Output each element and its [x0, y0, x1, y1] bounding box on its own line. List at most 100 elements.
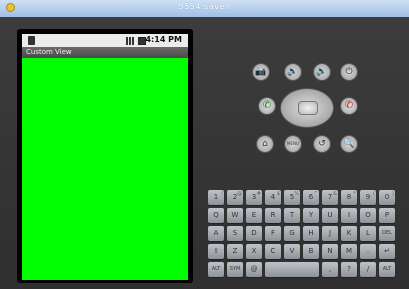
- key-label: W: [231, 211, 239, 219]
- key[interactable]: Q: [208, 208, 224, 223]
- key-label: Q: [213, 211, 219, 219]
- app-title: Custom View: [26, 48, 72, 56]
- key[interactable]: 3 #: [246, 190, 262, 205]
- custom-view-canvas[interactable]: [22, 58, 188, 280]
- key-label: T: [289, 211, 295, 219]
- volume-down-button[interactable]: 🔉: [284, 63, 302, 81]
- end-call-button[interactable]: ✆: [340, 97, 358, 115]
- key[interactable]: DEL: [379, 226, 395, 241]
- key[interactable]: ,: [322, 262, 338, 277]
- key[interactable]: ALT: [208, 262, 224, 277]
- sim-card-icon: [28, 36, 35, 45]
- key[interactable]: 2 @: [227, 190, 243, 205]
- key[interactable]: G: [284, 226, 300, 241]
- call-button[interactable]: ✆: [258, 97, 276, 115]
- key[interactable]: K: [341, 226, 357, 241]
- key-alt-label: #: [256, 191, 261, 197]
- key[interactable]: C: [265, 244, 281, 259]
- key[interactable]: 0): [379, 190, 395, 205]
- key[interactable]: T: [284, 208, 300, 223]
- key[interactable]: ALT: [379, 262, 395, 277]
- key-label: K: [346, 229, 352, 237]
- space-key[interactable]: [265, 262, 319, 277]
- key-label: /: [366, 265, 370, 273]
- key[interactable]: 7 &: [322, 190, 338, 205]
- key[interactable]: O: [360, 208, 376, 223]
- key-label: L: [366, 229, 370, 237]
- key[interactable]: 6 ^: [303, 190, 319, 205]
- key[interactable]: ⇧: [208, 244, 224, 259]
- key[interactable]: /: [360, 262, 376, 277]
- key-label: A: [213, 229, 219, 237]
- key-label: D: [251, 229, 257, 237]
- key-label: ALT: [382, 266, 392, 272]
- key-label: B: [308, 247, 314, 255]
- key-alt-label: @: [237, 191, 242, 197]
- key[interactable]: Z: [227, 244, 243, 259]
- key-label: @: [250, 265, 258, 273]
- key[interactable]: 5%: [284, 190, 300, 205]
- key[interactable]: V: [284, 244, 300, 259]
- key[interactable]: ?: [341, 262, 357, 277]
- key-label: ,: [328, 265, 332, 273]
- volume-up-button[interactable]: 🔊: [313, 63, 331, 81]
- volume-up-icon: 🔊: [316, 67, 328, 77]
- key[interactable]: 4 $: [265, 190, 281, 205]
- dpad-center-button[interactable]: [298, 101, 318, 115]
- key[interactable]: @: [246, 262, 262, 277]
- key-alt-label: $: [276, 191, 280, 197]
- volume-down-icon: 🔉: [287, 67, 299, 77]
- window-titlebar: 5554:saven: [0, 0, 409, 18]
- home-button[interactable]: ⌂: [256, 135, 274, 153]
- key[interactable]: M: [341, 244, 357, 259]
- search-icon: 🔍: [343, 139, 355, 149]
- key[interactable]: F: [265, 226, 281, 241]
- key-label: .: [366, 247, 370, 255]
- key[interactable]: A: [208, 226, 224, 241]
- key[interactable]: SYM: [227, 262, 243, 277]
- key-label: 7: [327, 193, 333, 201]
- key[interactable]: ↵: [379, 244, 395, 259]
- back-button[interactable]: ↺: [313, 135, 331, 153]
- key-label: ⇧: [213, 247, 219, 255]
- phone-call-icon: ✆: [262, 100, 272, 111]
- key[interactable]: Y: [303, 208, 319, 223]
- key-label: R: [270, 211, 276, 219]
- search-button[interactable]: 🔍: [340, 135, 358, 153]
- key-label: N: [327, 247, 333, 255]
- key[interactable]: U: [322, 208, 338, 223]
- key[interactable]: .: [360, 244, 376, 259]
- camera-button[interactable]: 📷: [252, 63, 270, 81]
- key[interactable]: R: [265, 208, 281, 223]
- key[interactable]: B: [303, 244, 319, 259]
- app-title-bar: Custom View: [22, 47, 188, 58]
- menu-button[interactable]: MENU: [284, 135, 302, 153]
- key[interactable]: 9(: [360, 190, 376, 205]
- key[interactable]: 1!: [208, 190, 224, 205]
- key[interactable]: I: [341, 208, 357, 223]
- key-label: H: [308, 229, 314, 237]
- key-label: 3: [251, 193, 257, 201]
- key-label: P: [384, 211, 390, 219]
- key[interactable]: L: [360, 226, 376, 241]
- key[interactable]: S: [227, 226, 243, 241]
- key-label: Y: [308, 211, 314, 219]
- power-icon: ⏻: [345, 67, 353, 77]
- key-label: 6: [308, 193, 314, 201]
- menu-label: MENU: [287, 141, 299, 146]
- key[interactable]: P: [379, 208, 395, 223]
- key-alt-label: &: [333, 191, 337, 197]
- key[interactable]: E: [246, 208, 262, 223]
- key[interactable]: H: [303, 226, 319, 241]
- key[interactable]: W: [227, 208, 243, 223]
- key[interactable]: 8 *: [341, 190, 357, 205]
- key[interactable]: D: [246, 226, 262, 241]
- key-label: M: [345, 247, 353, 255]
- camera-icon: 📷: [255, 67, 267, 77]
- key[interactable]: J: [322, 226, 338, 241]
- status-time: 4:14 PM: [145, 35, 182, 44]
- key[interactable]: X: [246, 244, 262, 259]
- dpad[interactable]: [280, 88, 334, 128]
- key[interactable]: N: [322, 244, 338, 259]
- power-button[interactable]: ⏻: [340, 63, 358, 81]
